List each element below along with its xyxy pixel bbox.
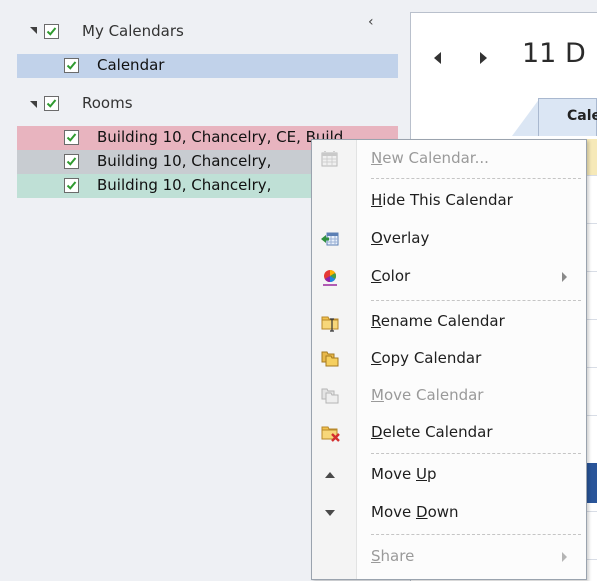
menu-separator bbox=[371, 300, 581, 301]
menu-separator bbox=[371, 178, 581, 179]
expand-arrow-icon[interactable] bbox=[30, 27, 37, 34]
menu-separator bbox=[371, 534, 581, 535]
context-menu: New Calendar... Hide This Calendar Overl… bbox=[311, 139, 587, 580]
grid-line bbox=[586, 367, 597, 368]
grid-line bbox=[586, 415, 597, 416]
tab-edge bbox=[512, 98, 540, 136]
color-icon bbox=[321, 269, 339, 286]
move-down-icon bbox=[321, 505, 339, 521]
menu-item-label: Move Calendar bbox=[371, 386, 484, 404]
menu-item-new-calendar[interactable]: New Calendar... bbox=[312, 143, 586, 175]
grid-line bbox=[586, 223, 597, 224]
move-calendar-icon bbox=[321, 388, 339, 404]
menu-item-copy-calendar[interactable]: Copy Calendar bbox=[312, 343, 586, 375]
menu-item-rename-calendar[interactable]: Rename Calendar bbox=[312, 306, 586, 338]
calendar-checkbox[interactable] bbox=[64, 154, 79, 169]
date-title: 11 D bbox=[522, 38, 586, 69]
menu-item-label: New Calendar... bbox=[371, 149, 489, 167]
new-calendar-icon bbox=[321, 150, 339, 167]
menu-item-hide-this-calendar[interactable]: Hide This Calendar bbox=[312, 185, 586, 217]
calendar-label: Building 10, Chancelry, bbox=[97, 176, 272, 194]
calendar-item-calendar[interactable]: Calendar bbox=[17, 54, 398, 78]
menu-item-label: Copy Calendar bbox=[371, 349, 482, 367]
menu-item-color[interactable]: Color bbox=[312, 261, 586, 293]
menu-item-move-up[interactable]: Move Up bbox=[312, 459, 586, 491]
menu-item-share[interactable]: Share bbox=[312, 541, 586, 573]
menu-item-label: Color bbox=[371, 267, 411, 285]
expand-arrow-icon[interactable] bbox=[30, 101, 37, 108]
calendar-checkbox[interactable] bbox=[64, 130, 79, 145]
submenu-arrow-icon bbox=[562, 552, 567, 562]
grid-line bbox=[586, 319, 597, 320]
menu-item-label: Overlay bbox=[371, 229, 430, 247]
all-day-strip bbox=[586, 139, 597, 175]
group-checkbox-rooms[interactable] bbox=[44, 96, 59, 111]
calendar-label: Building 10, Chancelry, CE, Build bbox=[97, 128, 344, 146]
menu-item-delete-calendar[interactable]: Delete Calendar bbox=[312, 417, 586, 449]
overlay-icon bbox=[321, 231, 339, 247]
selected-time-slot[interactable] bbox=[586, 463, 597, 503]
group-label: My Calendars bbox=[82, 22, 184, 40]
menu-item-label: Move Up bbox=[371, 465, 437, 483]
menu-item-label: Share bbox=[371, 547, 415, 565]
group-label: Rooms bbox=[82, 94, 133, 112]
menu-item-move-calendar[interactable]: Move Calendar bbox=[312, 380, 586, 412]
move-up-icon bbox=[321, 467, 339, 483]
grid-line bbox=[586, 559, 597, 560]
collapse-pane-icon[interactable]: ‹ bbox=[368, 15, 374, 29]
delete-calendar-icon bbox=[321, 425, 340, 442]
menu-item-move-down[interactable]: Move Down bbox=[312, 497, 586, 529]
menu-item-label: Hide This Calendar bbox=[371, 191, 513, 209]
copy-calendar-icon bbox=[321, 351, 339, 367]
menu-item-label: Rename Calendar bbox=[371, 312, 505, 330]
previous-arrow-icon[interactable] bbox=[434, 52, 441, 64]
next-arrow-icon[interactable] bbox=[480, 52, 487, 64]
grid-line bbox=[586, 511, 597, 512]
calendar-label: Building 10, Chancelry, bbox=[97, 152, 272, 170]
rename-calendar-icon bbox=[321, 314, 339, 332]
grid-line bbox=[586, 175, 597, 176]
menu-item-label: Delete Calendar bbox=[371, 423, 493, 441]
calendar-checkbox[interactable] bbox=[64, 58, 79, 73]
menu-item-overlay[interactable]: Overlay bbox=[312, 223, 586, 255]
calendar-label: Calendar bbox=[97, 56, 165, 74]
menu-item-label: Move Down bbox=[371, 503, 459, 521]
menu-separator bbox=[371, 453, 581, 454]
submenu-arrow-icon bbox=[562, 272, 567, 282]
calendar-checkbox[interactable] bbox=[64, 178, 79, 193]
grid-line bbox=[586, 271, 597, 272]
group-checkbox-my-calendars[interactable] bbox=[44, 24, 59, 39]
tab-calendar-label: Caler bbox=[567, 108, 597, 124]
